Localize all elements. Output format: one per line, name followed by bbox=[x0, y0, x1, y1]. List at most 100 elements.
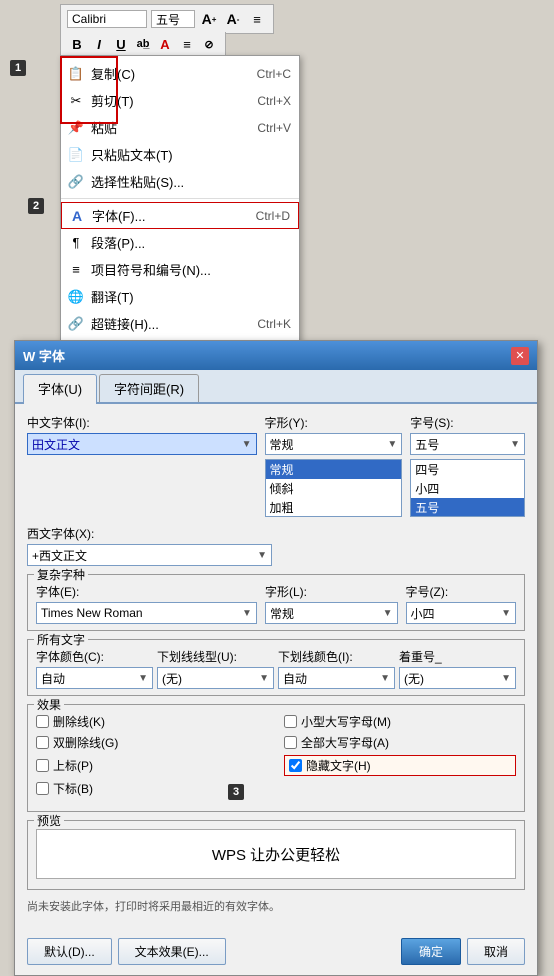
complex-style-col: 字形(L): 常规 ▼ bbox=[265, 583, 398, 624]
superscript-checkbox[interactable] bbox=[36, 759, 49, 772]
translate-icon: 🌐 bbox=[65, 289, 87, 305]
default-button[interactable]: 默认(D)... bbox=[27, 938, 112, 965]
underline-color-select[interactable]: 自动 ▼ bbox=[278, 667, 395, 689]
western-font-label: 西文字体(X): bbox=[27, 525, 272, 542]
western-font-value: +西文正文 bbox=[32, 547, 87, 564]
dialog-close-button[interactable]: ✕ bbox=[511, 347, 529, 365]
menu-item-copy[interactable]: 📋 复制(C) Ctrl+C bbox=[61, 60, 299, 87]
emphasis-label: 着重号_ bbox=[399, 648, 516, 665]
underline-color-col: 下划线颜色(I): 自动 ▼ bbox=[278, 648, 395, 689]
menu-separator-1 bbox=[61, 198, 299, 199]
decrease-font-button[interactable]: A- bbox=[223, 9, 243, 29]
size-listbox-col: 四号 小四 五号 bbox=[410, 459, 525, 517]
font-name-input[interactable] bbox=[67, 10, 147, 28]
hidden-checkbox[interactable] bbox=[289, 759, 302, 772]
paragraph-icon: ¶ bbox=[65, 235, 87, 250]
menu-item-hyperlink[interactable]: 🔗 超链接(H)... Ctrl+K bbox=[61, 310, 299, 337]
dialog-tabs: 字体(U) 字符间距(R) bbox=[15, 370, 537, 404]
size-item-5[interactable]: 五号 bbox=[411, 498, 524, 517]
complex-style-label: 字形(L): bbox=[265, 583, 398, 600]
size-col: 字号(S): 五号 ▼ bbox=[410, 414, 525, 455]
complex-size-col: 字号(Z): 小四 ▼ bbox=[406, 583, 516, 624]
increase-font-button[interactable]: A+ bbox=[199, 9, 219, 29]
menu-item-paste-text[interactable]: 📄 只粘贴文本(T) bbox=[61, 141, 299, 168]
cancel-button[interactable]: 取消 bbox=[467, 938, 525, 965]
complex-style-select[interactable]: 常规 ▼ bbox=[265, 602, 398, 624]
style-listbox[interactable]: 常规 倾斜 加粗 bbox=[265, 459, 403, 517]
chinese-font-select[interactable]: 田文正文 ▼ bbox=[27, 433, 257, 455]
hidden-label: 隐藏文字(H) bbox=[306, 757, 371, 774]
style-item-bold[interactable]: 加粗 bbox=[266, 498, 402, 517]
western-font-row: 西文字体(X): +西文正文 ▼ bbox=[27, 525, 525, 566]
style-select[interactable]: 常规 ▼ bbox=[265, 433, 403, 455]
dialog-body: 中文字体(I): 田文正文 ▼ 字形(Y): 常规 ▼ 字号(S): 五号 ▼ bbox=[15, 404, 537, 932]
complex-font-select[interactable]: Times New Roman ▼ bbox=[36, 602, 257, 624]
menu-item-translate[interactable]: 🌐 翻译(T) bbox=[61, 283, 299, 310]
tab-char-spacing[interactable]: 字符间距(R) bbox=[99, 374, 199, 402]
font-icon: A bbox=[66, 208, 88, 224]
footer-left-buttons: 默认(D)... 文本效果(E)... bbox=[27, 938, 226, 965]
spacer-w2 bbox=[280, 525, 427, 566]
ok-button[interactable]: 确定 bbox=[401, 938, 461, 965]
complex-font-section: 复杂字种 字体(E): Times New Roman ▼ 字形(L): 常规 … bbox=[27, 574, 525, 631]
small-caps-checkbox[interactable] bbox=[284, 715, 297, 728]
size-select[interactable]: 五号 ▼ bbox=[410, 433, 525, 455]
style-col: 字形(Y): 常规 ▼ bbox=[265, 414, 403, 455]
complex-size-arrow: ▼ bbox=[501, 608, 511, 619]
menu-item-paste-special[interactable]: 🔗 选择性粘贴(S)... bbox=[61, 168, 299, 195]
subscript-checkbox[interactable] bbox=[36, 782, 49, 795]
western-font-col: 西文字体(X): +西文正文 ▼ bbox=[27, 525, 272, 566]
western-font-select[interactable]: +西文正文 ▼ bbox=[27, 544, 272, 566]
double-strikethrough-checkbox[interactable] bbox=[36, 736, 49, 749]
menu-hyperlink-label: 超链接(H)... bbox=[91, 314, 159, 333]
menu-hyperlink-shortcut: Ctrl+K bbox=[257, 317, 291, 331]
all-caps-label: 全部大写字母(A) bbox=[301, 734, 389, 751]
all-caps-checkbox[interactable] bbox=[284, 736, 297, 749]
badge-2: 2 bbox=[28, 198, 44, 214]
all-caps-row: 全部大写字母(A) bbox=[284, 734, 516, 751]
complex-style-value: 常规 bbox=[270, 605, 294, 622]
dialog-title: W 字体 bbox=[23, 346, 65, 365]
complex-size-select[interactable]: 小四 ▼ bbox=[406, 602, 516, 624]
menu-item-bullets[interactable]: ≡ 项目符号和编号(N)... bbox=[61, 256, 299, 283]
emphasis-select[interactable]: (无) ▼ bbox=[399, 667, 516, 689]
align-button[interactable]: ≡ bbox=[177, 34, 197, 54]
size-item-4[interactable]: 四号 bbox=[411, 460, 524, 479]
underline-button[interactable]: U bbox=[111, 34, 131, 54]
size-label: 字号(S): bbox=[410, 414, 525, 431]
italic-button[interactable]: I bbox=[89, 34, 109, 54]
menu-item-cut[interactable]: ✂ 剪切(T) Ctrl+X bbox=[61, 87, 299, 114]
text-effects-button[interactable]: 文本效果(E)... bbox=[118, 938, 226, 965]
preview-label: 预览 bbox=[34, 812, 64, 829]
footer-right-buttons: 确定 取消 bbox=[401, 938, 525, 965]
style-item-regular[interactable]: 常规 bbox=[266, 460, 402, 479]
complex-font-label: 字体(E): bbox=[36, 583, 257, 600]
clear-format-button[interactable]: ≡ bbox=[247, 9, 267, 29]
chinese-font-value: 田文正文 bbox=[32, 436, 80, 453]
size-arrow: ▼ bbox=[510, 439, 520, 450]
copy-icon: 📋 bbox=[65, 66, 87, 82]
underline-type-col: 下划线线型(U): (无) ▼ bbox=[157, 648, 274, 689]
style-item-italic[interactable]: 倾斜 bbox=[266, 479, 402, 498]
strikethrough-row: 删除线(K) bbox=[36, 713, 268, 730]
menu-paste-label: 粘贴 bbox=[91, 118, 117, 137]
font-size-input[interactable] bbox=[151, 10, 195, 28]
strikethrough-checkbox[interactable] bbox=[36, 715, 49, 728]
menu-item-font[interactable]: A 字体(F)... Ctrl+D bbox=[61, 202, 299, 229]
bold-button[interactable]: B bbox=[67, 34, 87, 54]
highlight-button[interactable]: ab̲ bbox=[133, 34, 153, 54]
preview-text: WPS 让办公更轻松 bbox=[212, 844, 340, 865]
size-item-small4[interactable]: 小四 bbox=[411, 479, 524, 498]
underline-type-select[interactable]: (无) ▼ bbox=[157, 667, 274, 689]
menu-item-paste[interactable]: 📌 粘贴 Ctrl+V bbox=[61, 114, 299, 141]
tab-font[interactable]: 字体(U) bbox=[23, 374, 97, 404]
font-color-button[interactable]: A bbox=[155, 34, 175, 54]
emphasis-arrow: ▼ bbox=[501, 673, 511, 684]
complex-font-select-arrow: ▼ bbox=[242, 608, 252, 619]
underline-type-value: (无) bbox=[162, 670, 182, 687]
color-select[interactable]: 自动 ▼ bbox=[36, 667, 153, 689]
format-button[interactable]: ⊘ bbox=[199, 34, 219, 54]
menu-item-paragraph[interactable]: ¶ 段落(P)... bbox=[61, 229, 299, 256]
color-label: 字体颜色(C): bbox=[36, 648, 153, 665]
size-listbox[interactable]: 四号 小四 五号 bbox=[410, 459, 525, 517]
